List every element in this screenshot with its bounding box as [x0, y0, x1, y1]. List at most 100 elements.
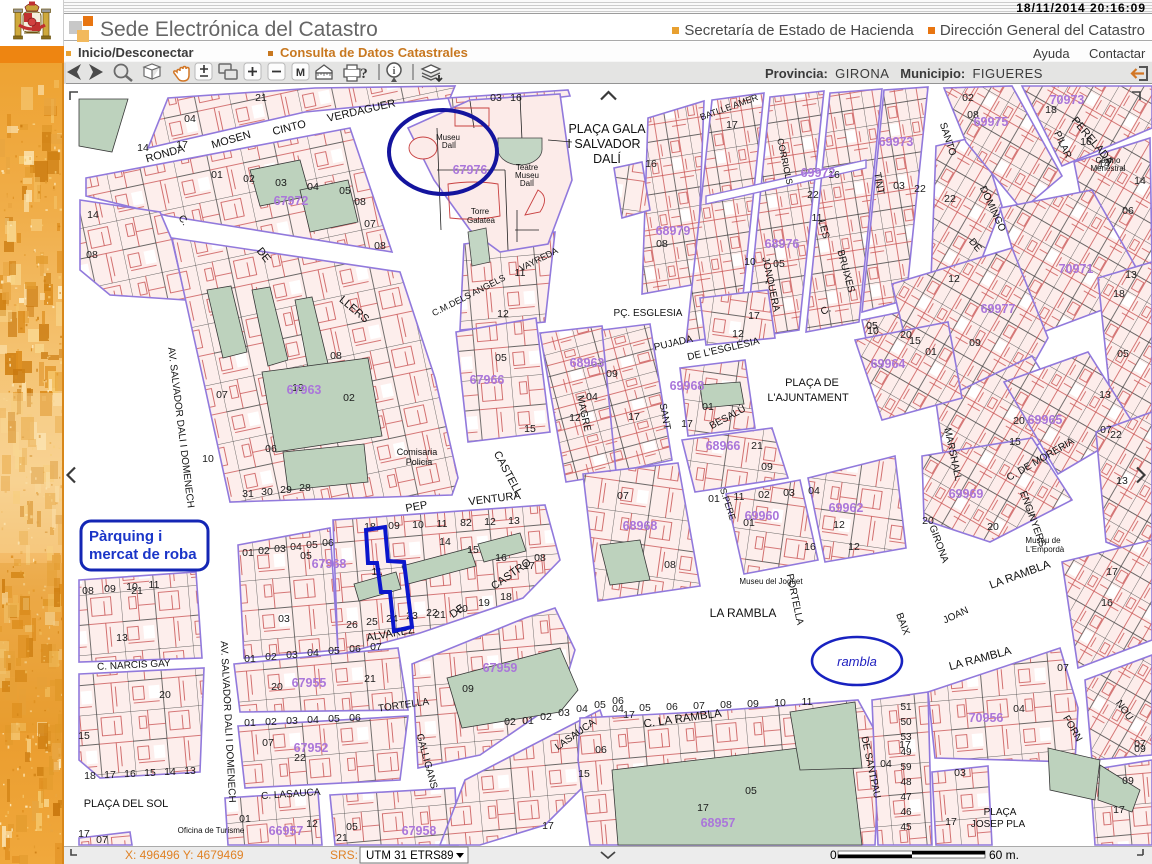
svg-text:04: 04	[184, 113, 196, 125]
svg-text:07: 07	[216, 389, 228, 401]
svg-text:45: 45	[900, 822, 912, 833]
svg-text:mercat de roba: mercat de roba	[89, 546, 197, 563]
svg-text:05: 05	[639, 702, 651, 714]
svg-text:11: 11	[812, 212, 823, 224]
svg-text:05: 05	[745, 785, 757, 797]
svg-text:05: 05	[1117, 348, 1129, 360]
svg-text:20: 20	[922, 515, 934, 527]
svg-text:16: 16	[1080, 136, 1092, 148]
svg-text:07: 07	[370, 641, 382, 653]
svg-text:04: 04	[307, 181, 319, 193]
svg-text:03: 03	[558, 707, 570, 719]
svg-text:17: 17	[681, 418, 693, 430]
svg-text:29: 29	[280, 484, 292, 496]
svg-text:05: 05	[594, 699, 606, 711]
svg-text:08: 08	[656, 238, 668, 250]
svg-text:17: 17	[176, 139, 188, 151]
svg-text:02: 02	[758, 489, 770, 501]
svg-text:14: 14	[439, 536, 451, 548]
svg-text:69975: 69975	[974, 115, 1009, 129]
svg-text:17: 17	[628, 411, 640, 423]
svg-text:14: 14	[137, 142, 149, 154]
svg-text:48: 48	[900, 777, 912, 788]
svg-text:12: 12	[484, 516, 496, 528]
svg-text:05: 05	[495, 352, 507, 364]
svg-text:Oficina de Turisme: Oficina de Turisme	[178, 826, 245, 835]
svg-text:09: 09	[761, 461, 773, 473]
svg-text:30: 30	[261, 486, 273, 498]
svg-text:05: 05	[328, 645, 340, 657]
svg-text:15: 15	[524, 423, 536, 435]
svg-text:82: 82	[460, 517, 472, 529]
svg-text:DalÍ: DalÍ	[520, 179, 535, 188]
svg-text:02: 02	[962, 92, 974, 104]
svg-text:Torre: Torre	[471, 207, 490, 216]
svg-text:SRS:: SRS:	[330, 848, 358, 862]
svg-text:LA RAMBLA: LA RAMBLA	[710, 606, 777, 620]
svg-text:05: 05	[300, 550, 312, 562]
svg-text:04: 04	[586, 391, 598, 403]
svg-text:10: 10	[412, 519, 424, 531]
svg-text:13: 13	[116, 632, 128, 644]
svg-text:09: 09	[747, 698, 759, 710]
svg-text:69969: 69969	[949, 487, 984, 501]
svg-text:0: 0	[830, 848, 837, 862]
svg-text:05: 05	[306, 539, 318, 551]
svg-text:07: 07	[693, 700, 705, 712]
svg-text:10: 10	[202, 453, 214, 465]
svg-text:04: 04	[307, 647, 319, 659]
svg-text:07: 07	[1057, 662, 1069, 674]
svg-text:02: 02	[265, 651, 277, 663]
svg-text:06: 06	[349, 712, 361, 724]
svg-text:20: 20	[271, 681, 283, 693]
svg-text:04: 04	[808, 485, 820, 497]
svg-text:67955: 67955	[292, 676, 327, 690]
svg-text:L'AJUNTAMENT: L'AJUNTAMENT	[767, 392, 849, 404]
svg-text:UTM 31 ETRS89: UTM 31 ETRS89	[366, 850, 454, 862]
svg-text:06: 06	[265, 443, 277, 455]
svg-text:12: 12	[948, 273, 960, 285]
svg-text:03: 03	[275, 177, 287, 189]
svg-text:15: 15	[1009, 436, 1021, 448]
svg-text:Pàrquing i: Pàrquing i	[89, 528, 162, 545]
svg-text:i: i	[393, 66, 396, 77]
svg-text:03: 03	[286, 649, 298, 661]
svg-text:05: 05	[773, 258, 785, 270]
svg-text:46: 46	[900, 807, 912, 818]
svg-text:60 m.: 60 m.	[989, 848, 1019, 862]
svg-text:09: 09	[388, 520, 400, 532]
svg-text:04: 04	[307, 714, 319, 726]
svg-text:03: 03	[954, 767, 966, 779]
svg-text:12: 12	[569, 412, 581, 424]
svg-text:22: 22	[914, 183, 926, 195]
svg-text:19: 19	[478, 597, 490, 609]
svg-text:16: 16	[495, 552, 507, 564]
svg-text:12: 12	[833, 519, 845, 531]
svg-text:21: 21	[751, 440, 763, 452]
svg-text:70956: 70956	[969, 711, 1004, 725]
svg-text:10: 10	[774, 697, 786, 709]
svg-text:16: 16	[804, 541, 816, 553]
svg-text:13: 13	[1116, 475, 1128, 487]
svg-text:18: 18	[1113, 288, 1125, 300]
svg-text:04: 04	[880, 758, 892, 770]
svg-text:67959: 67959	[483, 661, 518, 675]
svg-text:08: 08	[534, 552, 546, 564]
svg-text:17: 17	[945, 816, 957, 828]
svg-text:50: 50	[900, 717, 912, 728]
svg-text:02: 02	[343, 392, 355, 404]
svg-text:11: 11	[515, 267, 526, 279]
svg-text:22: 22	[944, 193, 956, 205]
svg-text:08: 08	[82, 585, 94, 597]
svg-text:Museu de: Museu de	[1025, 536, 1061, 545]
svg-text:03: 03	[286, 715, 298, 727]
svg-text:18: 18	[500, 591, 512, 603]
svg-text:13: 13	[1125, 269, 1137, 281]
svg-text:07: 07	[262, 737, 274, 749]
svg-text:09: 09	[104, 583, 116, 595]
svg-text:07: 07	[617, 490, 629, 502]
svg-text:66957: 66957	[269, 824, 304, 838]
svg-text:01: 01	[244, 717, 256, 729]
svg-text:13: 13	[184, 765, 196, 777]
svg-text:PLAÇA DEL SOL: PLAÇA DEL SOL	[84, 798, 169, 810]
